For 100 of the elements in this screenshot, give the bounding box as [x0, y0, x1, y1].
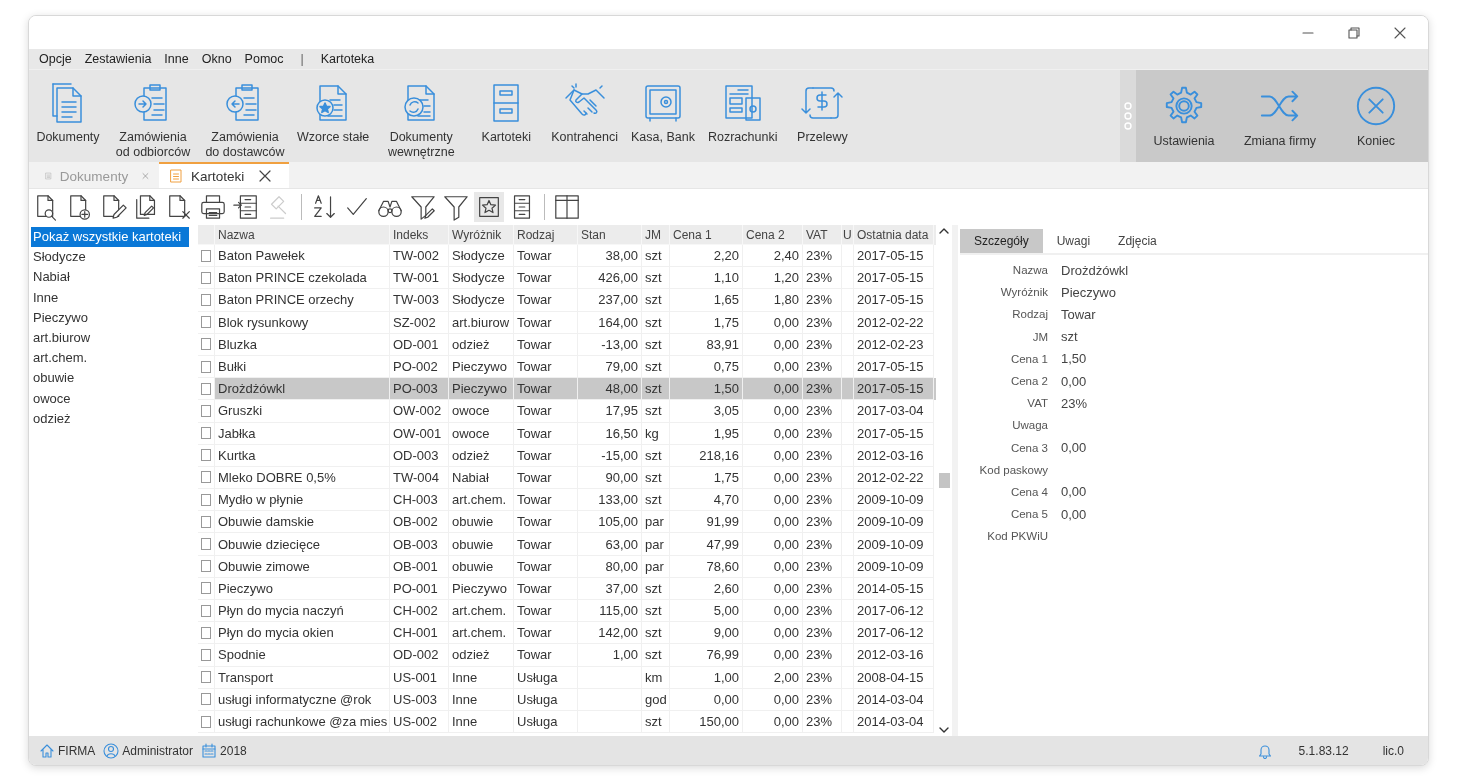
table-cell: OD-003 [390, 444, 449, 467]
row-checkbox[interactable] [201, 404, 211, 417]
grip-handle-icon[interactable] [1123, 99, 1133, 133]
row-checkbox[interactable] [201, 626, 211, 639]
column-header[interactable]: Cena 1 [670, 225, 743, 245]
table-row[interactable]: Jabłka OW-001 owoce Towar 16,50 kg 1,95 0,00 23% 2017-05-15 [198, 422, 936, 445]
bell-icon[interactable] [1256, 742, 1273, 759]
ribbon-button[interactable]: Dokumenty [29, 70, 107, 162]
row-checkbox[interactable] [201, 560, 211, 573]
table-row[interactable]: Obuwie zimowe OB-001 obuwie Towar 80,00 par 78,60 0,00 23% 2009-10-09 [198, 555, 936, 578]
row-checkbox[interactable] [201, 693, 211, 706]
table-row[interactable]: Płyn do mycia okien CH-001 art.chem. Towar 142,00 szt 9,00 0,00 23% 2017-06-12 [198, 622, 936, 645]
scrollbar-thumb[interactable] [939, 473, 950, 488]
column-header[interactable]: Indeks [390, 225, 449, 245]
row-checkbox[interactable] [201, 338, 211, 351]
ribbon-button[interactable]: Kartoteki [467, 70, 546, 162]
table-row[interactable]: Transport US-001 Inne Usługa km 1,00 2,00 23% 2008-04-15 [198, 666, 936, 689]
menu-item[interactable]: Pomoc [244, 52, 284, 66]
row-checkbox[interactable] [201, 648, 211, 661]
document-tab[interactable]: Kartoteki [159, 162, 289, 188]
table-row[interactable]: Baton PRINCE czekolada TW-001 Słodycze Towar 426,00 szt 1,10 1,20 23% 2017-05-15 [198, 267, 936, 290]
column-header[interactable]: Ostatnia data [854, 225, 934, 245]
ribbon-button[interactable]: Kontrahenci [545, 70, 624, 162]
category-item[interactable]: Pokaż wszystkie kartoteki [31, 227, 189, 248]
detail-tab[interactable]: Szczegóły [960, 229, 1043, 253]
row-checkbox[interactable] [201, 271, 211, 284]
table-row[interactable]: Kurtka OD-003 odzież Towar -15,00 szt 218,16 0,00 23% 2012-03-16 [198, 444, 936, 467]
category-item[interactable]: Inne [31, 287, 189, 308]
menu-item[interactable]: Zestawienia [84, 52, 152, 66]
row-checkbox[interactable] [201, 493, 211, 506]
table-cell: 23% [803, 577, 842, 600]
column-header[interactable]: Stan [578, 225, 642, 245]
column-header[interactable]: VAT [803, 225, 842, 245]
table-row[interactable]: Gruszki OW-002 owoce Towar 17,95 szt 3,05 0,00 23% 2017-03-04 [198, 400, 936, 423]
table-row[interactable]: Spodnie OD-002 odzież Towar 1,00 szt 76,99 0,00 23% 2012-03-16 [198, 644, 936, 667]
toolbar-button[interactable] [474, 192, 504, 222]
row-checkbox[interactable] [201, 671, 211, 684]
ribbon-button[interactable]: Wzorce stałe [291, 70, 376, 162]
column-header[interactable]: Cena 2 [743, 225, 803, 245]
table-cell: 0,00 [743, 400, 803, 423]
category-item[interactable]: Słodycze [31, 247, 189, 268]
column-header[interactable]: JM [642, 225, 670, 245]
table-row[interactable]: Obuwie dziecięce OB-003 obuwie Towar 63,00 par 47,99 0,00 23% 2009-10-09 [198, 533, 936, 556]
menu-item[interactable]: Kartoteka [320, 52, 375, 66]
table-row[interactable]: Pieczywo PO-001 Pieczywo Towar 37,00 szt 2,60 0,00 23% 2014-05-15 [198, 577, 936, 600]
category-item[interactable]: Pieczywo [31, 307, 189, 328]
close-icon[interactable] [258, 169, 273, 183]
table-row[interactable]: Obuwie damskie OB-002 obuwie Towar 105,00 par 91,99 0,00 23% 2009-10-09 [198, 511, 936, 534]
row-checkbox[interactable] [201, 604, 211, 617]
column-header[interactable]: Nazwa [215, 225, 390, 245]
table-row[interactable]: Mydło w płynie CH-003 art.chem. Towar 133,00 szt 4,70 0,00 23% 2009-10-09 [198, 489, 936, 512]
table-cell: 48,00 [578, 378, 642, 401]
row-checkbox[interactable] [201, 582, 211, 595]
detail-tab[interactable]: Uwagi [1042, 229, 1105, 253]
row-checkbox[interactable] [201, 316, 211, 329]
table-row[interactable]: Baton PRINCE orzechy TW-003 Słodycze Towar 237,00 szt 1,65 1,80 23% 2017-05-15 [198, 289, 936, 312]
category-item[interactable]: Nabiał [31, 267, 189, 288]
table-cell: par [642, 511, 670, 534]
ribbon-button[interactable]: Dokumenty wewnętrzne [375, 70, 468, 162]
row-checkbox[interactable] [201, 449, 211, 462]
category-item[interactable]: owoce [31, 388, 189, 409]
row-checkbox[interactable] [201, 427, 211, 440]
ribbon-button[interactable]: Kasa, Bank [623, 70, 702, 162]
toolbar-button[interactable] [552, 192, 582, 222]
column-header[interactable]: Wyróżnik [449, 225, 514, 245]
ribbon-button[interactable]: Zamówienia do dostawców [199, 70, 291, 162]
table-row[interactable]: Blok rysunkowy SZ-002 art.biurow Towar 164,00 szt 1,75 0,00 23% 2012-02-22 [198, 311, 936, 334]
table-row[interactable]: Drożdżówkl PO-003 Pieczywo Towar 48,00 szt 1,50 0,00 23% 2017-05-15 [198, 378, 936, 401]
row-checkbox[interactable] [201, 382, 211, 395]
table-row[interactable]: Bluzka OD-001 odzież Towar -13,00 szt 83,91 0,00 23% 2012-02-23 [198, 333, 936, 356]
menu-item[interactable]: Okno [201, 52, 232, 66]
row-checkbox[interactable] [201, 249, 211, 262]
ribbon-button[interactable]: Rozrachunki [701, 70, 784, 162]
row-checkbox[interactable] [201, 515, 211, 528]
row-checkbox[interactable] [201, 360, 211, 373]
category-item[interactable]: obuwie [31, 368, 189, 389]
ribbon-button[interactable]: Zamówienia od odbiorców [107, 70, 199, 162]
row-checkbox[interactable] [201, 471, 211, 484]
ribbon-button[interactable]: Przelewy [783, 70, 862, 162]
category-item[interactable]: odzież [31, 408, 189, 429]
menu-item[interactable]: Opcje [39, 52, 72, 66]
row-checkbox[interactable] [201, 715, 211, 728]
toolbar-button[interactable] [198, 192, 228, 222]
menu-item[interactable]: Inne [164, 52, 189, 66]
detail-tab[interactable]: Zdjęcia [1104, 229, 1171, 253]
row-checkbox[interactable] [201, 293, 211, 306]
category-item[interactable]: art.biurow [31, 327, 189, 349]
column-header[interactable]: Rodzaj [514, 225, 578, 245]
table-row[interactable]: usługi rachunkowe @za mies US-002 Inne Usługa szt 150,00 0,00 23% 2014-03-04 [198, 710, 936, 734]
table-row[interactable]: Mleko DOBRE 0,5% TW-004 Nabiał Towar 90,00 szt 1,75 0,00 23% 2012-02-22 [198, 466, 936, 490]
table-row[interactable]: Płyn do mycia naczyń CH-002 art.chem. Towar 115,00 szt 5,00 0,00 23% 2017-06-12 [198, 600, 936, 623]
column-header[interactable]: U [842, 225, 854, 245]
row-checkbox[interactable] [201, 538, 211, 551]
ribbon-button[interactable]: Koniec [1328, 70, 1424, 162]
version-text: 5.1.83.12 [1298, 743, 1349, 758]
category-item[interactable]: art.chem. [31, 348, 189, 369]
ribbon-button[interactable]: Zmiana firmy [1232, 70, 1328, 162]
table-row[interactable]: usługi informatyczne @rok US-003 Inne Usługa god 0,00 0,00 23% 2014-03-04 [198, 688, 936, 711]
table-row[interactable]: Baton Pawełek TW-002 Słodycze Towar 38,00 szt 2,20 2,40 23% 2017-05-15 [198, 245, 936, 268]
ribbon-button[interactable]: Ustawienia [1136, 70, 1232, 162]
